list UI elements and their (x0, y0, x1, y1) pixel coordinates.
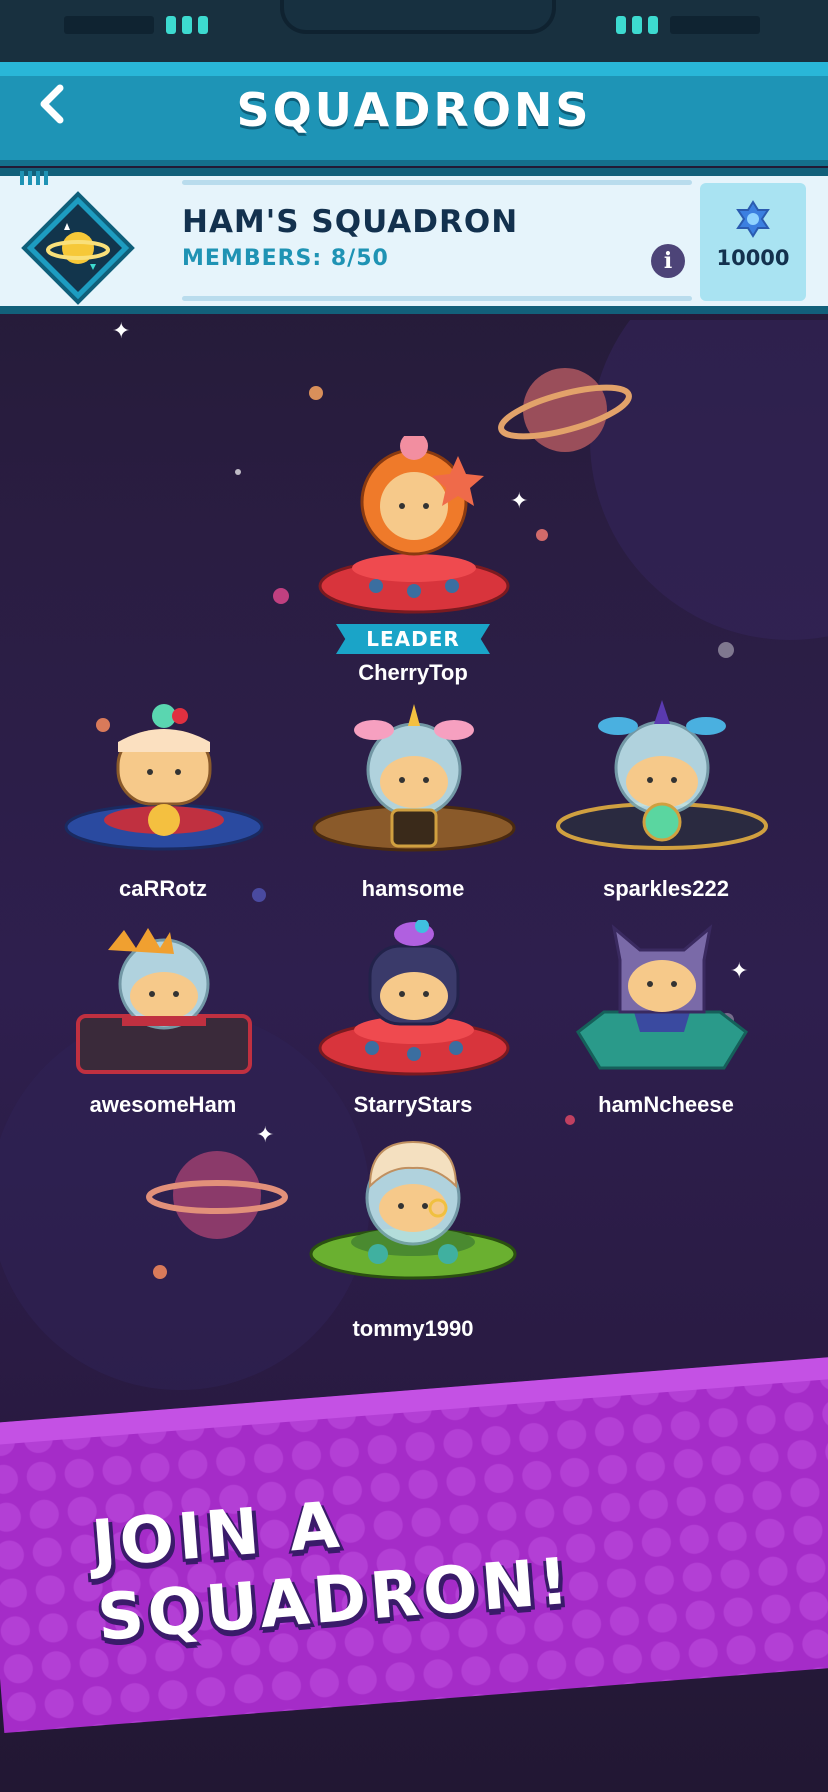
member-avatar-carrotz[interactable] (64, 702, 264, 866)
squad-emblem-icon (20, 190, 136, 306)
status-indicator (166, 16, 176, 34)
member-name: tommy1990 (352, 1316, 474, 1341)
status-indicator (632, 16, 642, 34)
member-avatar-sparkles222[interactable] (552, 698, 772, 870)
status-bar (0, 0, 828, 62)
svg-text:✦: ✦ (256, 1123, 274, 1148)
member-avatar-awesomeham[interactable] (74, 920, 254, 1092)
card-stripes-icon (20, 170, 50, 189)
member-avatar-starrystars[interactable] (316, 919, 512, 1094)
status-indicator (198, 16, 208, 34)
card-divider (182, 296, 692, 301)
member-name: StarryStars (353, 1092, 473, 1117)
status-indicator (648, 16, 658, 34)
member-avatar-hamsome[interactable] (312, 700, 516, 868)
squad-name: HAM'S SQUADRON (182, 204, 519, 240)
member-name: caRRotz (118, 876, 207, 901)
member-avatar-tommy1990[interactable] (308, 1136, 518, 1304)
page-title: SQUADRONS (236, 83, 592, 137)
card-divider (182, 180, 692, 185)
status-indicator (616, 16, 626, 34)
gem-count: 10000 (716, 246, 790, 270)
gem-icon (734, 200, 772, 242)
info-button[interactable]: i (651, 244, 685, 278)
member-name: hamNcheese (598, 1092, 734, 1117)
member-name: sparkles222 (603, 876, 729, 901)
member-name: hamsome (361, 876, 465, 901)
header-highlight (0, 62, 828, 76)
status-indicator (182, 16, 192, 34)
member-name: awesomeHam (89, 1092, 237, 1117)
member-avatar-hamncheese[interactable] (574, 920, 750, 1090)
status-bar-segment (670, 16, 760, 34)
status-notch (280, 0, 556, 34)
status-bar-segment (64, 16, 154, 34)
svg-text:✦: ✦ (510, 489, 528, 514)
leader-badge: LEADER (336, 624, 490, 654)
member-name: CherryTop (358, 660, 468, 685)
svg-text:✦: ✦ (112, 320, 130, 344)
squad-members-count: MEMBERS: 8/50 (182, 246, 389, 271)
member-avatar-cherrytop[interactable] (316, 432, 512, 620)
